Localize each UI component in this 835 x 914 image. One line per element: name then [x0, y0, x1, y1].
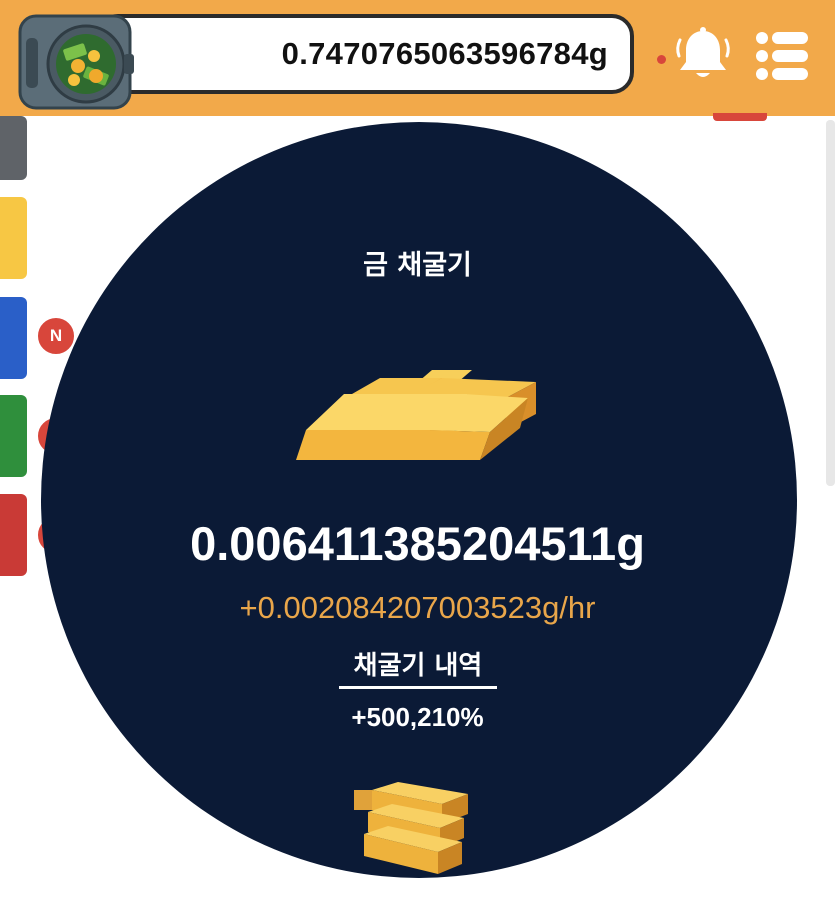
mining-rate: +0.002084207003523g/hr [239, 590, 596, 625]
side-tab-blue[interactable] [0, 297, 27, 379]
gold-miner-screen: 0.7470765063596784g N 금 채굴기 0.0064113852… [0, 0, 835, 914]
mined-amount: 0.006411385204511g [190, 517, 645, 570]
top-bar: 0.7470765063596784g [0, 0, 835, 116]
scrollbar[interactable] [826, 120, 835, 486]
balance-display[interactable]: 0.7470765063596784g [96, 14, 634, 94]
bell-icon[interactable] [674, 26, 732, 84]
miner-history-link[interactable]: 채굴기 내역 [339, 645, 497, 689]
return-percent: +500,210% [351, 702, 484, 732]
vault-with-cash-icon[interactable] [16, 10, 138, 114]
notification-dot [657, 55, 666, 64]
side-tab-green[interactable] [0, 395, 27, 477]
gold-bar-stack-icon[interactable] [352, 780, 474, 880]
list-menu-icon[interactable] [754, 28, 810, 84]
gold-bars-icon [296, 370, 536, 460]
hidden-red-tab [713, 113, 767, 121]
new-badge: N [36, 316, 76, 356]
miner-title: 금 채굴기 [363, 250, 472, 281]
miner-panel [41, 122, 797, 878]
side-tab-gray[interactable] [0, 116, 27, 180]
balance-amount: 0.7470765063596784g [281, 36, 608, 71]
